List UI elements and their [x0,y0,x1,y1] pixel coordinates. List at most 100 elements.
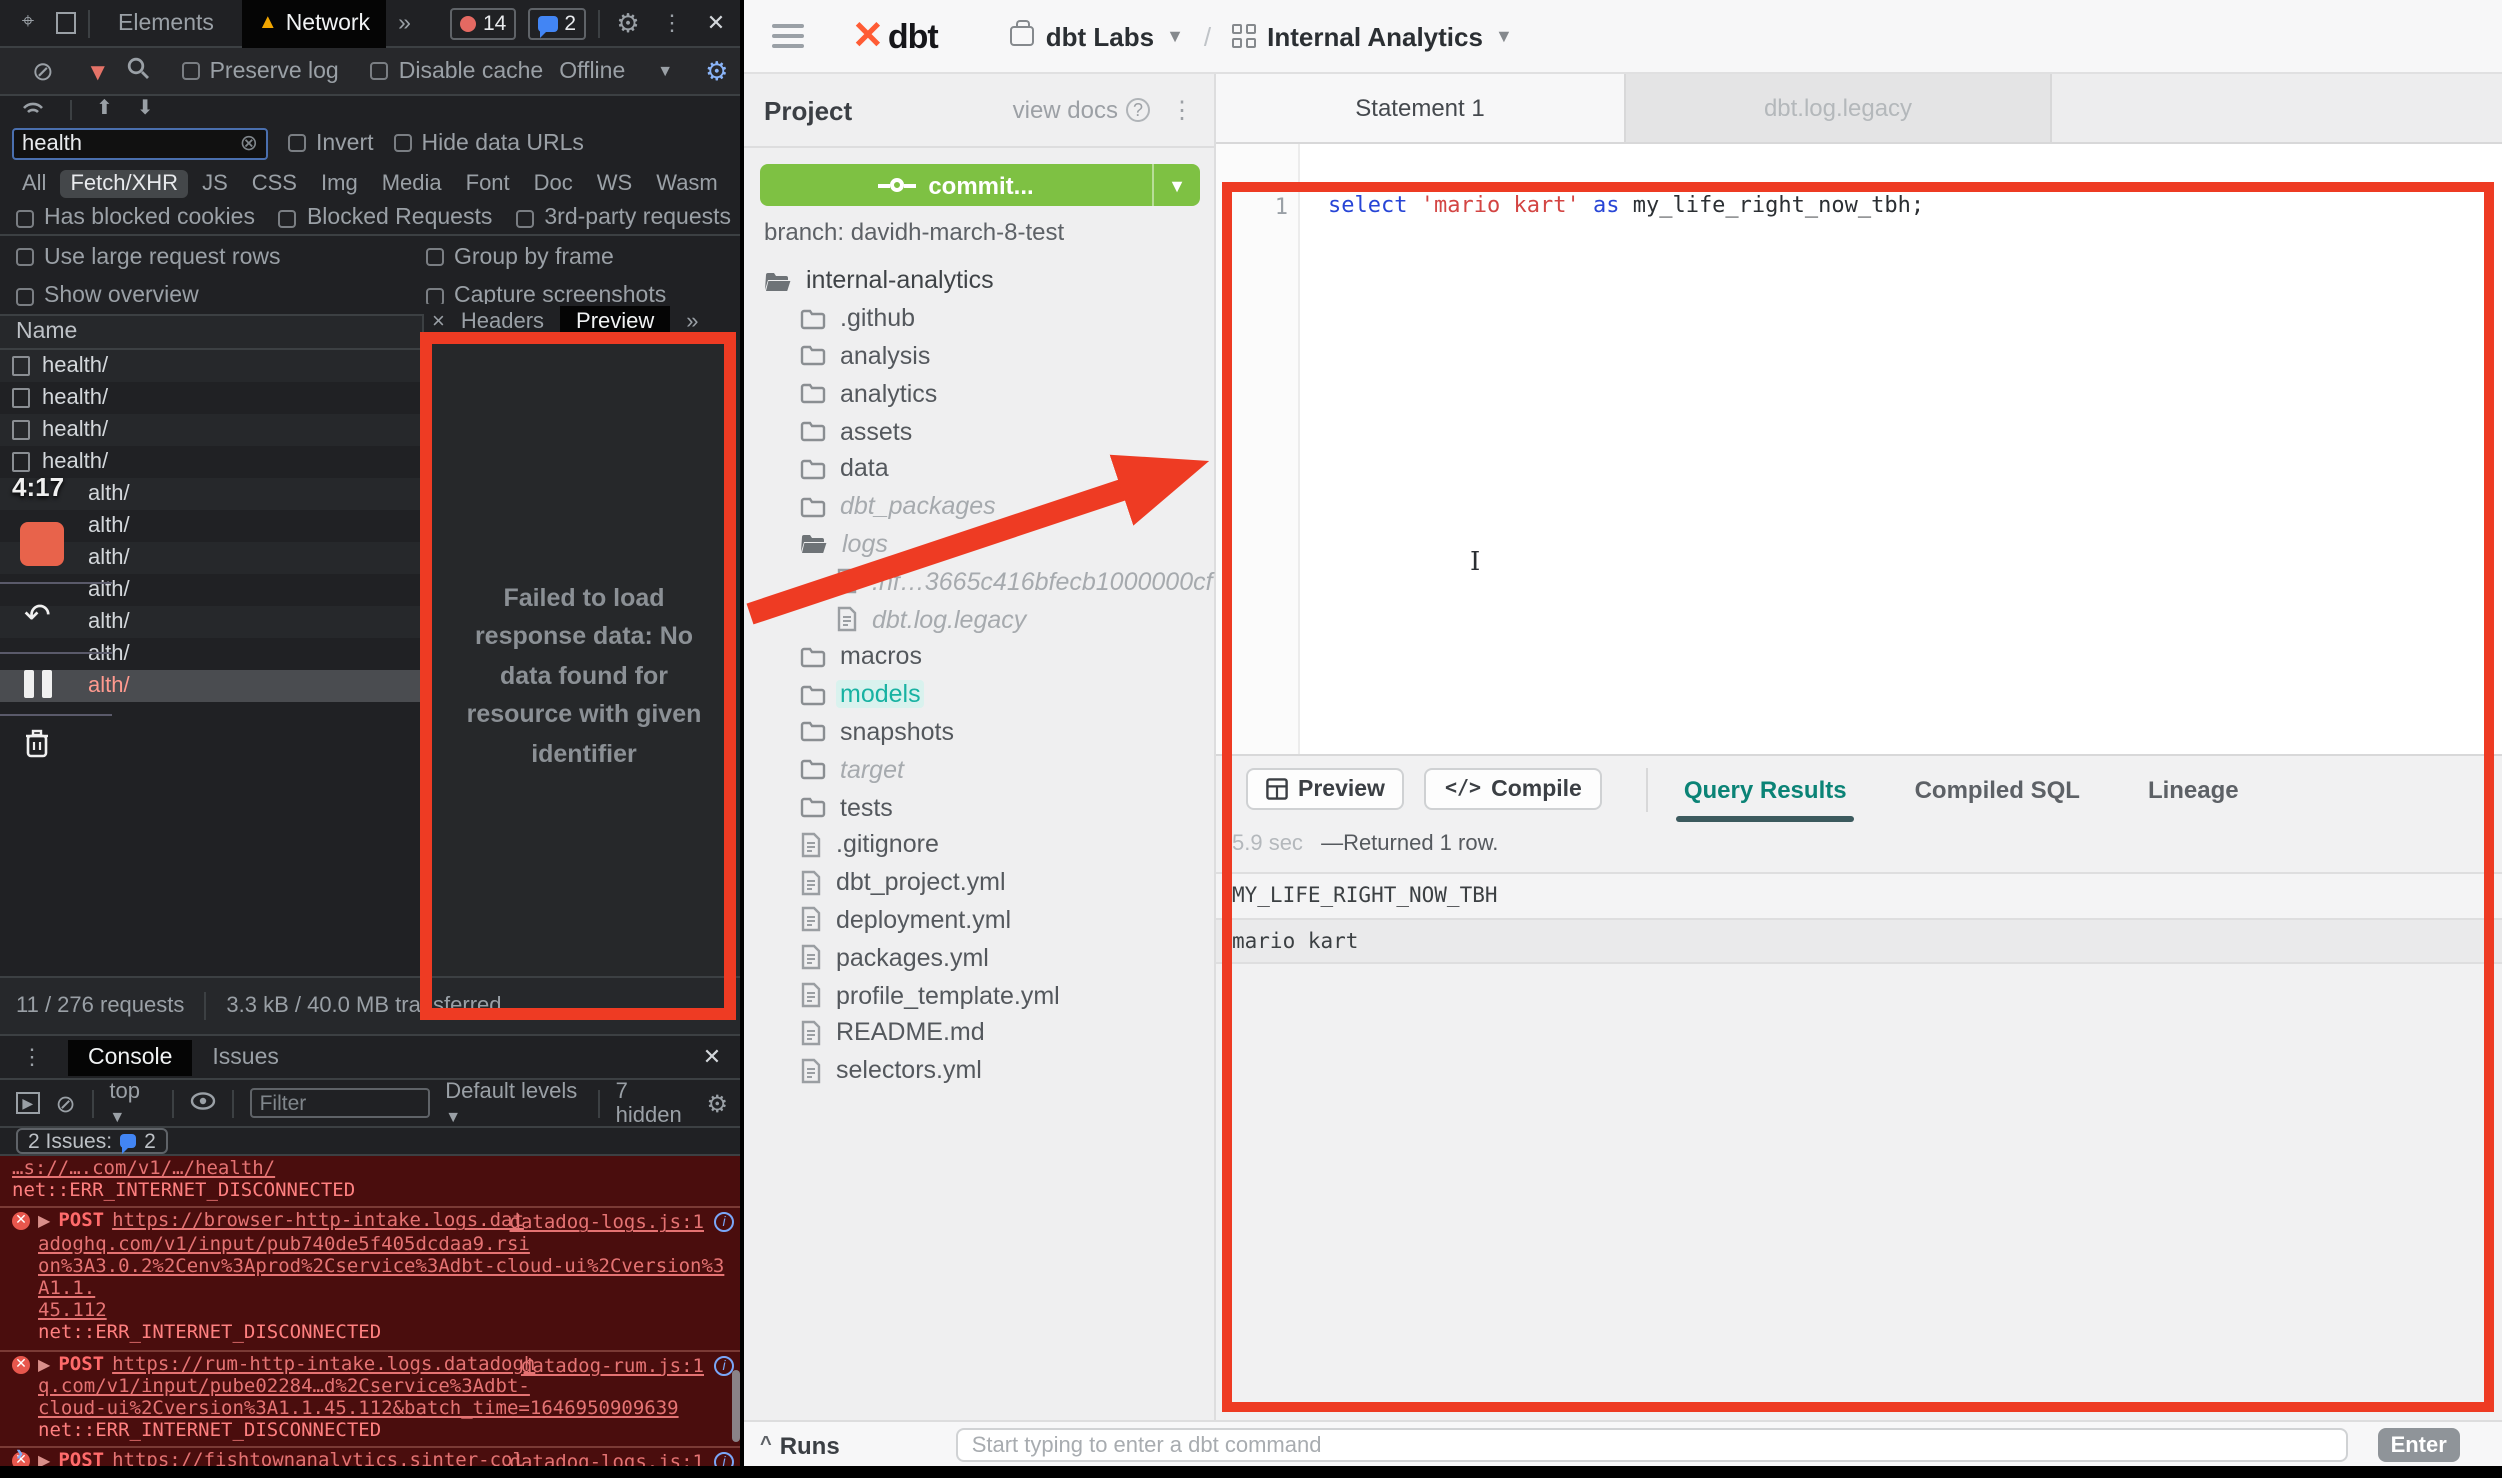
tree-item-deployment-yml[interactable]: deployment.yml [744,901,1216,939]
hamburger-menu-icon[interactable] [772,24,804,48]
show-overview-checkbox[interactable]: Show overview [16,284,426,308]
view-docs-link[interactable]: view docs? [1013,96,1150,124]
tree-item-analysis[interactable]: analysis [744,337,1216,375]
type-filter-ws[interactable]: WS [587,169,642,197]
close-devtools-icon[interactable]: ✕ [700,9,732,37]
filter-funnel-icon[interactable]: ▼ [86,57,110,85]
network-conditions-icon[interactable] [20,97,46,121]
tab-elements[interactable]: Elements [102,3,230,43]
tree-item-analytics[interactable]: analytics [744,375,1216,413]
kebab-menu-icon[interactable]: ⋮ [656,9,688,37]
result-cell[interactable]: mario kart [1216,918,2502,964]
tree-item-dbt-log-legacy[interactable]: dbt.log.legacy [744,600,1216,638]
request-url-link[interactable]: …s://….com/v1/…/health/ [12,1158,275,1180]
tree-item--nf-3665c416bfecb1000000cf[interactable]: .nf…3665c416bfecb1000000cf [744,563,1216,601]
tab-preview[interactable]: Preview [560,306,670,338]
tree-item-models[interactable]: models [744,676,1216,714]
name-column-header[interactable]: Name [0,316,424,350]
tab-dbt-log-legacy[interactable]: dbt.log.legacy [1626,74,2052,142]
clear-console-icon[interactable]: ⊘ [56,1089,76,1117]
export-har-icon[interactable]: ⬇ [137,98,154,120]
type-filter-doc[interactable]: Doc [524,169,583,197]
clear-icon[interactable]: ⊘ [32,55,54,87]
tree-item-profile-template-yml[interactable]: profile_template.yml [744,976,1216,1014]
source-link[interactable]: datadog-rum.js:1 [521,1355,704,1377]
issue-count-badge[interactable]: 2 [528,7,586,39]
settings-gear-icon[interactable]: ⚙ [612,9,644,37]
issues-chip[interactable]: 2 Issues: 2 [16,1128,168,1154]
search-icon[interactable] [126,56,150,86]
console-prompt-chevron[interactable]: › [16,1442,23,1466]
throttling-chevron-icon[interactable]: ▼ [657,62,673,80]
disable-cache-checkbox[interactable]: Disable cache [371,59,543,83]
preview-button[interactable]: Preview [1246,768,1405,810]
enter-button[interactable]: Enter [2378,1428,2460,1462]
device-toolbar-icon[interactable] [56,12,76,34]
tab-issues[interactable]: Issues [212,1045,279,1069]
invert-checkbox[interactable]: Invert [288,131,374,155]
dbt-logo[interactable]: ✕dbt [852,13,938,59]
tree-item-macros[interactable]: macros [744,638,1216,676]
tab-network[interactable]: ▲Network [242,0,386,47]
has-blocked-cookies-checkbox[interactable]: Has blocked cookies [16,206,255,230]
project-selector[interactable]: Internal Analytics▼ [1231,21,1513,51]
undo-icon[interactable]: ↶ [0,584,112,636]
sql-editor[interactable]: 1 select 'mario kart' as my_life_right_n… [1216,144,2502,754]
network-settings-gear-icon[interactable]: ⚙ [705,55,728,87]
tab-statement-1[interactable]: Statement 1 [1216,74,1626,142]
request-url-link[interactable]: cloud-ui%2Cversion%3A1.1.45.112&batch_ti… [38,1398,679,1420]
inspect-element-icon[interactable]: ⌖ [12,9,44,37]
request-url-link[interactable]: https://rum-http-intake.logs.datadogh [112,1353,535,1375]
tab-headers[interactable]: Headers [461,310,544,334]
trash-icon[interactable] [0,716,112,764]
tree-item-packages-yml[interactable]: packages.yml [744,939,1216,977]
source-link[interactable]: datadog-logs.js:1 [510,1213,704,1235]
import-har-icon[interactable]: ⬆ [96,98,113,120]
tree-item--gitignore[interactable]: .gitignore [744,826,1216,864]
tree-item-readme-md[interactable]: README.md [744,1014,1216,1052]
tree-item-data[interactable]: data [744,450,1216,488]
info-icon[interactable]: i [714,1355,734,1375]
tree-item-selectors-yml[interactable]: selectors.yml [744,1051,1216,1089]
dbt-command-input[interactable]: Start typing to enter a dbt command [956,1428,2348,1462]
eye-icon[interactable] [190,1091,216,1115]
blocked-requests-checkbox[interactable]: Blocked Requests [279,206,492,230]
type-filter-media[interactable]: Media [372,169,452,197]
type-filter-all[interactable]: All [12,169,56,197]
context-select[interactable]: top ▼ [109,1079,156,1127]
throttling-select[interactable]: Offline [559,59,625,83]
type-filter-fetchxhr[interactable]: Fetch/XHR [60,169,188,197]
tree-item-internal-analytics[interactable]: internal-analytics [744,262,1216,300]
tree-item-assets[interactable]: assets [744,412,1216,450]
group-by-frame-checkbox[interactable]: Group by frame [426,245,614,269]
tab-query-results[interactable]: Query Results [1684,756,1847,822]
account-selector[interactable]: dbt Labs▼ [1010,21,1184,51]
tree-item--github[interactable]: .github [744,300,1216,338]
commit-dropdown-chevron[interactable]: ▼ [1152,164,1200,206]
error-count-badge[interactable]: 14 [451,7,516,39]
console-settings-gear-icon[interactable]: ⚙ [707,1089,729,1117]
type-filter-manifest[interactable]: Manifest [732,169,744,197]
3rd-party-requests-checkbox[interactable]: 3rd-party requests [516,206,731,230]
tab-lineage[interactable]: Lineage [2148,756,2239,822]
hide-data-urls-checkbox[interactable]: Hide data URLs [394,131,584,155]
preserve-log-checkbox[interactable]: Preserve log [182,59,339,83]
request-row[interactable]: health/ [0,350,424,382]
tree-item-logs[interactable]: logs [744,525,1216,563]
request-row[interactable]: health/ [0,382,424,414]
tree-item-tests[interactable]: tests [744,788,1216,826]
runs-toggle[interactable]: ^Runs [760,1431,840,1459]
tab-compiled-sql[interactable]: Compiled SQL [1915,756,2080,822]
console-filter-input[interactable]: Filter [250,1088,430,1118]
tree-item-dbt-project-yml[interactable]: dbt_project.yml [744,864,1216,902]
use-large-rows-checkbox[interactable]: Use large request rows [16,245,426,269]
compile-button[interactable]: </> Compile [1425,768,1602,810]
clear-filter-icon[interactable]: ⊗ [240,130,258,156]
stop-recording-button[interactable] [20,522,64,566]
result-column-header[interactable]: MY_LIFE_RIGHT_NOW_TBH [1216,872,2502,918]
request-url-link[interactable]: 45.112 [38,1300,107,1322]
tree-item-snapshots[interactable]: snapshots [744,713,1216,751]
more-tabs-icon[interactable]: » [398,11,411,35]
type-filter-js[interactable]: JS [192,169,238,197]
more-detail-tabs-icon[interactable]: » [686,310,698,334]
